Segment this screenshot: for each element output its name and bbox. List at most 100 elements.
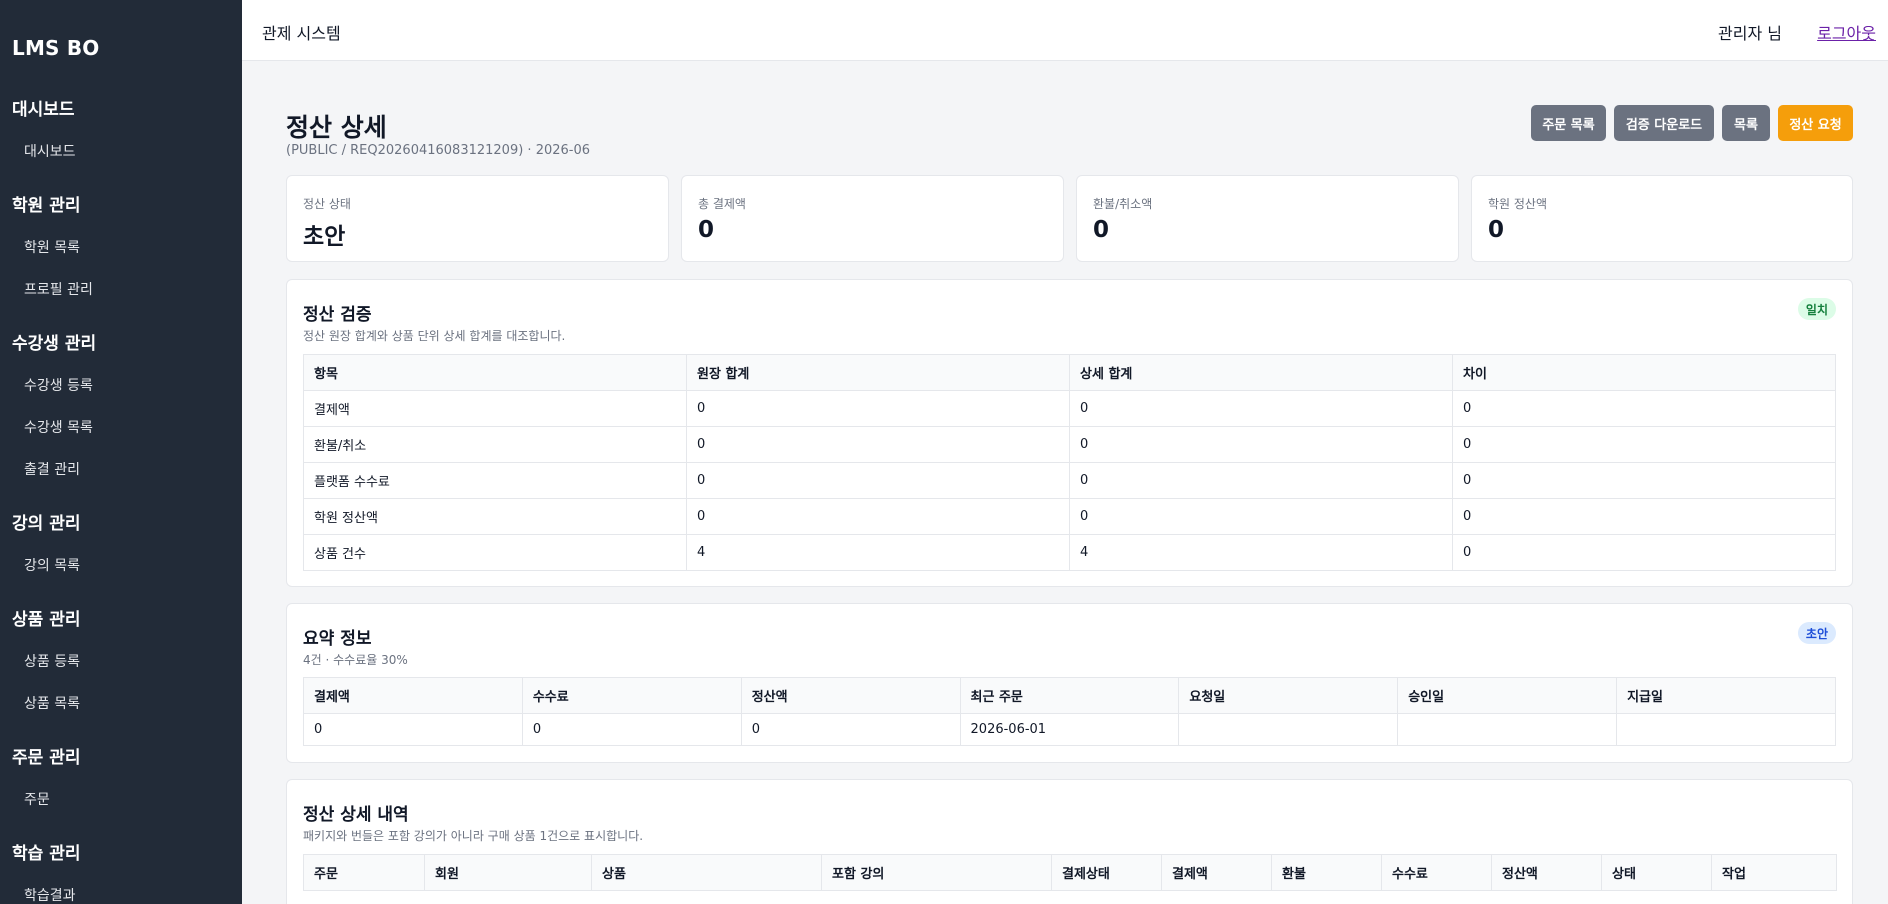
table-cell: 0 xyxy=(1452,462,1836,499)
table-cell xyxy=(1397,713,1618,746)
table-cell: 2026-06-01 xyxy=(959,713,1180,746)
panel-title: 정산 상세 내역 xyxy=(303,805,409,825)
nav-item-student-register[interactable]: 수강생 등록 xyxy=(24,375,93,395)
verification-table: 항목 원장 합계 상세 합계 차이 결제액 0 0 0 환불/취소 0 0 0 … xyxy=(303,354,1836,571)
table-cell: 0 xyxy=(686,426,1070,463)
nav-group-students[interactable]: 수강생 관리 xyxy=(12,329,96,354)
nav-group-learning[interactable]: 학습 관리 xyxy=(12,839,80,864)
stat-card-total-payment: 총 결제액 0 xyxy=(681,175,1064,262)
table-cell: 상품 건수 xyxy=(303,534,687,571)
table-cell: 0 xyxy=(1452,426,1836,463)
summary-panel: 요약 정보 4건 · 수수료율 30% 초안 결제액 수수료 정산액 최근 주문… xyxy=(286,603,1853,763)
nav-item-orders[interactable]: 주문 xyxy=(24,789,50,809)
table-cell: 플랫폼 수수료 xyxy=(303,462,687,499)
nav-group-academy[interactable]: 학원 관리 xyxy=(12,191,80,216)
column-header: 수수료 xyxy=(1381,854,1492,891)
column-header: 회원 xyxy=(424,854,592,891)
nav-group-orders[interactable]: 주문 관리 xyxy=(12,743,80,768)
sidebar: LMS BO 대시보드 대시보드 학원 관리 학원 목록 프로필 관리 수강생 … xyxy=(0,0,242,904)
nav-item-dashboard[interactable]: 대시보드 xyxy=(24,141,76,161)
nav-item-attendance[interactable]: 출결 관리 xyxy=(24,459,80,479)
column-header: 지급일 xyxy=(1616,677,1836,714)
summary-table: 결제액 수수료 정산액 최근 주문 요청일 승인일 지급일 0 0 0 2026… xyxy=(303,677,1836,746)
table-cell: 0 xyxy=(1452,534,1836,571)
table-cell: 0 xyxy=(686,462,1070,499)
table-row: 환불/취소 0 0 0 xyxy=(303,426,1836,463)
table-cell: 0 xyxy=(1452,498,1836,535)
column-header: 결제상태 xyxy=(1051,854,1162,891)
table-cell: 0 xyxy=(1069,498,1453,535)
verify-download-button[interactable]: 검증 다운로드 xyxy=(1614,105,1714,141)
column-header: 상품 xyxy=(591,854,822,891)
match-badge: 일치 xyxy=(1797,298,1836,320)
panel-title: 정산 검증 xyxy=(303,305,372,325)
table-row: 상품 건수 4 4 0 xyxy=(303,534,1836,571)
header-user-name: 관리자 님 xyxy=(1718,24,1782,43)
verification-panel: 정산 검증 정산 원장 합계와 상품 단위 상세 합계를 대조합니다. 일치 항… xyxy=(286,279,1853,587)
logout-link[interactable]: 로그아웃 xyxy=(1817,20,1876,44)
column-header: 정산액 xyxy=(740,677,961,714)
nav-item-course-list[interactable]: 강의 목록 xyxy=(24,555,80,575)
stat-label: 학원 정산액 xyxy=(1488,197,1548,211)
page-subtitle: (PUBLIC / REQ20260416083121209) · 2026-0… xyxy=(286,143,591,158)
nav-item-product-list[interactable]: 상품 목록 xyxy=(24,693,80,713)
page-title: 정산 상세 xyxy=(286,113,387,142)
table-header-row: 항목 원장 합계 상세 합계 차이 xyxy=(303,354,1836,391)
settlement-request-button[interactable]: 정산 요청 xyxy=(1778,105,1853,141)
column-header: 환불 xyxy=(1271,854,1382,891)
nav-group-dashboard[interactable]: 대시보드 xyxy=(12,95,75,120)
nav-item-product-register[interactable]: 상품 등록 xyxy=(24,651,80,671)
list-button[interactable]: 목록 xyxy=(1722,105,1770,141)
column-header: 차이 xyxy=(1452,354,1836,391)
table-header-row: 결제액 수수료 정산액 최근 주문 요청일 승인일 지급일 xyxy=(303,677,1836,714)
stat-value: 0 xyxy=(698,217,715,243)
stat-label: 정산 상태 xyxy=(303,197,351,211)
column-header: 원장 합계 xyxy=(686,354,1070,391)
panel-description: 4건 · 수수료율 30% xyxy=(303,653,408,667)
table-cell: 4 xyxy=(686,534,1070,571)
top-header: 관제 시스템 관리자 님 로그아웃 xyxy=(242,0,1888,61)
table-row: 학원 정산액 0 0 0 xyxy=(303,498,1836,535)
column-header: 정산액 xyxy=(1491,854,1602,891)
table-cell: 0 xyxy=(303,713,523,746)
column-header: 수수료 xyxy=(521,677,742,714)
table-cell: 0 xyxy=(1069,390,1453,427)
table-cell: 학원 정산액 xyxy=(303,498,687,535)
stat-label: 환불/취소액 xyxy=(1093,197,1153,211)
panel-description: 정산 원장 합계와 상품 단위 상세 합계를 대조합니다. xyxy=(303,329,566,343)
nav-group-products[interactable]: 상품 관리 xyxy=(12,605,80,630)
nav-group-courses[interactable]: 강의 관리 xyxy=(12,509,80,534)
nav-item-academy-list[interactable]: 학원 목록 xyxy=(24,237,80,257)
table-cell: 0 xyxy=(740,713,961,746)
stat-card-status: 정산 상태 초안 xyxy=(286,175,669,262)
stat-card-refund: 환불/취소액 0 xyxy=(1076,175,1459,262)
stat-value: 초안 xyxy=(303,224,346,250)
stat-value: 0 xyxy=(1093,217,1110,243)
column-header: 결제액 xyxy=(1161,854,1272,891)
table-cell: 0 xyxy=(521,713,742,746)
column-header: 상태 xyxy=(1601,854,1712,891)
details-table: 주문 회원 상품 포함 강의 결제상태 결제액 환불 수수료 정산액 상태 작업 xyxy=(303,854,1837,891)
nav-item-profile[interactable]: 프로필 관리 xyxy=(24,279,93,299)
table-cell xyxy=(1616,713,1836,746)
table-cell: 환불/취소 xyxy=(303,426,687,463)
orders-list-button[interactable]: 주문 목록 xyxy=(1531,105,1606,141)
nav-item-learning-results[interactable]: 학습결과 xyxy=(24,885,76,904)
table-row: 0 0 0 2026-06-01 xyxy=(303,713,1836,746)
table-cell: 4 xyxy=(1069,534,1453,571)
table-cell: 0 xyxy=(686,390,1070,427)
panel-description: 패키지와 번들은 포함 강의가 아니라 구매 상품 1건으로 표시합니다. xyxy=(303,829,644,843)
table-cell: 0 xyxy=(1069,426,1453,463)
column-header: 요청일 xyxy=(1178,677,1399,714)
table-cell: 0 xyxy=(1069,462,1453,499)
table-cell xyxy=(1178,713,1399,746)
table-row: 플랫폼 수수료 0 0 0 xyxy=(303,462,1836,499)
table-row: 결제액 0 0 0 xyxy=(303,390,1836,427)
nav-item-student-list[interactable]: 수강생 목록 xyxy=(24,417,93,437)
stat-label: 총 결제액 xyxy=(698,197,746,211)
details-panel: 정산 상세 내역 패키지와 번들은 포함 강의가 아니라 구매 상품 1건으로 … xyxy=(286,779,1853,904)
table-cell: 결제액 xyxy=(303,390,687,427)
brand-logo[interactable]: LMS BO xyxy=(12,36,99,60)
column-header: 상세 합계 xyxy=(1069,354,1453,391)
column-header: 항목 xyxy=(303,354,687,391)
